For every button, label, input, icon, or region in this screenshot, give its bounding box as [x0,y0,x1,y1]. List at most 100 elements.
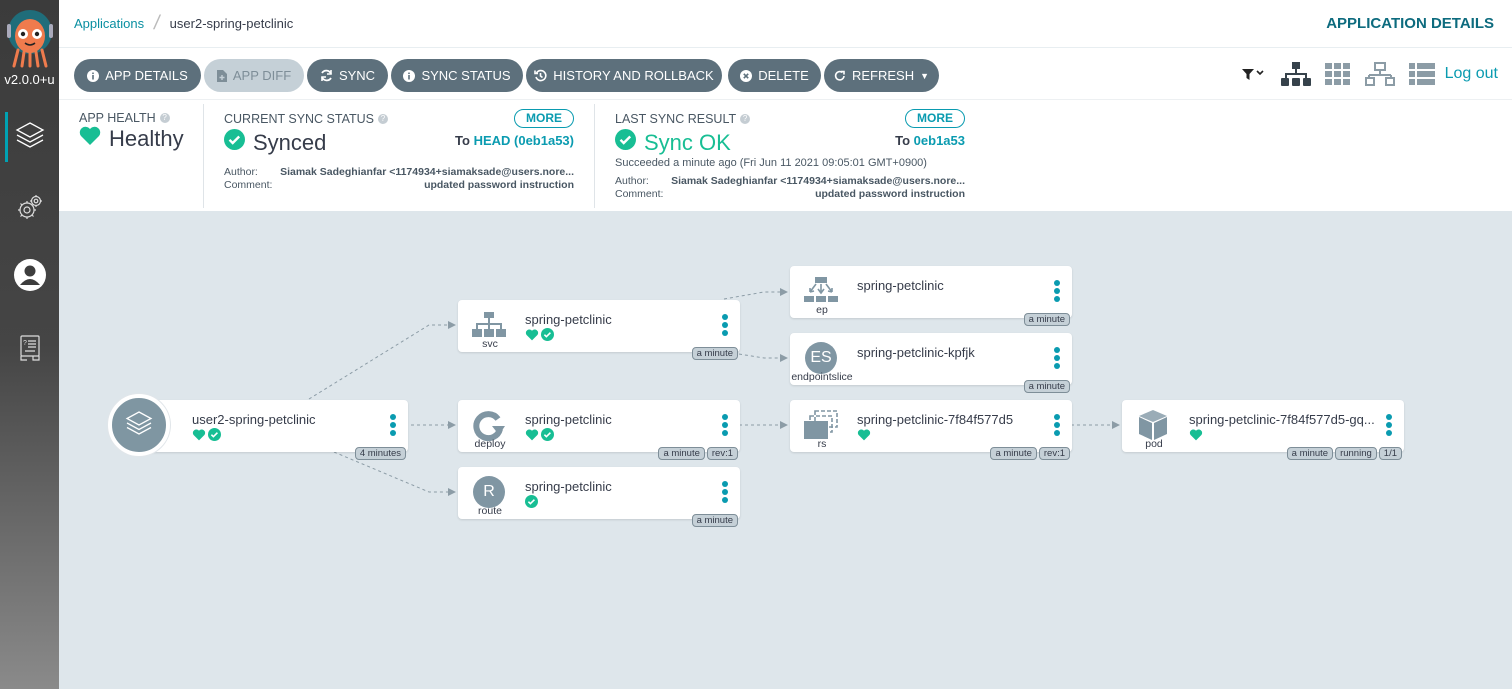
node-tags: a minute rev:1 [990,447,1070,460]
view-switcher: Log out [1241,62,1498,86]
tag: a minute [1023,313,1070,326]
tag: rev:1 [1038,447,1070,460]
node-tags: 4 minutes [354,447,406,460]
node-name: spring-petclinic-7f84f577d5 [857,412,1014,427]
current-sync-more-button[interactable]: MORE [514,109,574,128]
node-tags: a minute [1023,380,1070,393]
node-name: spring-petclinic-7f84f577d5-gq... [1189,412,1375,427]
resource-node-ep[interactable]: ep spring-petclinic a minute [790,266,1072,326]
resource-node-deploy[interactable]: deploy spring-petclinic a minute rev:1 [458,400,740,460]
tag: a minute [691,347,738,360]
delete-button[interactable]: DELETE [728,59,821,92]
node-menu-button[interactable] [1054,347,1060,369]
help-icon[interactable]: ? [740,114,751,124]
help-icon[interactable]: ? [378,114,389,124]
comment-label: Comment: [224,179,273,191]
breadcrumb-applications-link[interactable]: Applications [74,16,144,31]
user-icon [13,258,47,297]
network-view-icon[interactable] [1364,62,1395,86]
logout-link[interactable]: Log out [1445,65,1498,83]
check-circle-icon [525,495,538,513]
last-sync-more-button[interactable]: MORE [905,109,965,128]
node-menu-button[interactable] [722,481,728,503]
app-diff-button[interactable]: APP DIFF [204,59,304,92]
app-details-button[interactable]: APP DETAILS [74,59,201,92]
node-menu-button[interactable] [1054,414,1060,436]
node-tags: a minute [691,347,738,360]
check-circle-icon [541,428,554,446]
svg-text:?: ? [23,340,27,347]
help-icon[interactable]: ? [159,113,170,123]
app-details-label: APP DETAILS [105,68,188,83]
tag: 1/1 [1378,447,1402,460]
nav-user-info[interactable] [0,252,59,302]
history-icon [534,69,547,82]
current-revision-link[interactable]: HEAD (0eb1a53) [474,133,574,148]
node-status [525,328,554,346]
current-sync-title: CURRENT SYNC STATUS [224,112,375,126]
last-sync-title: LAST SYNC RESULT [615,112,737,126]
resource-node-endpointslice[interactable]: ES endpointslice spring-petclinic-kpfjk … [790,333,1072,393]
node-menu-button[interactable] [1054,280,1060,302]
history-rollback-label: HISTORY AND ROLLBACK [553,68,714,83]
deployment-icon [470,408,508,442]
argo-logo[interactable] [6,8,54,68]
route-icon: R [470,475,508,509]
refresh-button[interactable]: REFRESH ▼ [824,59,939,92]
resource-tree-canvas[interactable]: user2-spring-petclinic 4 minutes svc spr… [59,211,1512,689]
comment-label: Comment: [615,188,664,200]
resource-node-rs[interactable]: rs spring-petclinic-7f84f577d5 a minute r… [790,400,1072,460]
tag: 4 minutes [354,447,406,460]
resource-node-pod[interactable]: pod spring-petclinic-7f84f577d5-gq... a … [1122,400,1404,460]
refresh-label: REFRESH [851,68,915,83]
resource-node-svc[interactable]: svc spring-petclinic a minute [458,300,740,360]
node-menu-button[interactable] [722,414,728,436]
app-health-label: APP HEALTH ? [79,111,170,125]
check-circle-icon [541,328,554,346]
to-prefix: To [895,133,911,148]
tag: a minute [1286,447,1334,460]
heart-icon [525,328,539,346]
list-view-icon[interactable] [1408,63,1435,85]
service-icon [470,308,508,342]
node-menu-button[interactable] [722,314,728,336]
history-rollback-button[interactable]: HISTORY AND ROLLBACK [526,59,722,92]
sync-status-button[interactable]: SYNC STATUS [391,59,523,92]
layers-icon [14,119,46,156]
nav-settings[interactable] [0,184,59,234]
node-menu-button[interactable] [390,414,396,436]
check-circle-icon [208,428,221,446]
node-kind: svc [482,338,498,350]
sidebar: v2.0.0+u ? [0,0,59,689]
app-node[interactable]: user2-spring-petclinic 4 minutes [148,400,408,460]
caret-down-icon: ▼ [920,70,930,81]
filter-icon[interactable] [1241,67,1267,81]
last-revision-link[interactable]: 0eb1a53 [914,133,965,148]
last-sync-meta: Author: Siamak Sadeghianfar <1174934+siam… [615,175,965,201]
last-sync-label: LAST SYNC RESULT ? [615,112,751,126]
node-name: user2-spring-petclinic [192,412,316,427]
file-diff-icon [216,69,227,82]
node-status [857,428,871,446]
nav-applications[interactable] [0,112,59,162]
author-value: Siamak Sadeghianfar <1174934+siamaksade@… [671,175,965,187]
divider [203,104,204,208]
pods-view-icon[interactable] [1324,63,1351,85]
nav-documentation[interactable]: ? [0,325,59,375]
sync-button[interactable]: SYNC [307,59,388,92]
node-kind: deploy [474,438,506,450]
gears-icon [15,192,45,227]
node-menu-button[interactable] [1386,414,1392,436]
node-tags: a minute running 1/1 [1286,447,1402,460]
last-sync-value: Sync OK [644,129,731,155]
sync-label: SYNC [338,68,376,83]
tree-view-icon[interactable] [1280,62,1311,86]
current-sync-meta: Author: Siamak Sadeghianfar <1174934+siam… [224,166,574,192]
divider [594,104,595,208]
edge-svc-es [738,353,788,362]
docs-icon: ? [19,334,41,367]
check-circle-icon [224,129,245,156]
node-name: spring-petclinic [525,312,612,327]
resource-node-route[interactable]: R route spring-petclinic a minute [458,467,740,527]
delete-label: DELETE [758,68,809,83]
